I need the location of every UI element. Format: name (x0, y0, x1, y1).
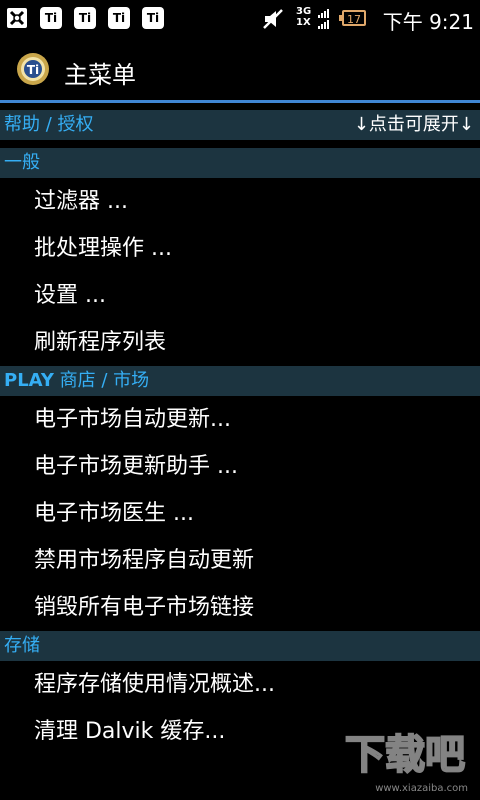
mute-icon (263, 9, 283, 29)
status-bar: Ti Ti Ti Ti 3G 1X 17 下午 9:21 (0, 0, 480, 38)
main-menu-list: 帮助 / 授权 ↓点击可展开↓ 一般 过滤器 ... 批处理操作 ... 设置 … (0, 110, 480, 755)
ti-icon: Ti (40, 7, 62, 29)
section-general: 一般 (0, 148, 480, 178)
network-1x-label: 1X (296, 17, 311, 28)
title-divider (0, 100, 480, 103)
page-title: 主菜单 (64, 61, 136, 89)
ti-icon: Ti (142, 7, 164, 29)
menu-item-filters[interactable]: 过滤器 ... (0, 178, 480, 225)
expand-hint[interactable]: ↓点击可展开↓ (354, 110, 474, 140)
menu-item-refresh-app-list[interactable]: 刷新程序列表 (0, 319, 480, 366)
menu-item-destroy-market-links[interactable]: 销毁所有电子市场链接 (0, 584, 480, 631)
network-3g-label: 3G (296, 6, 312, 17)
menu-item-storage-usage-overview[interactable]: 程序存储使用情况概述... (0, 661, 480, 708)
signal-icon (318, 9, 329, 29)
menu-item-disable-market-auto-update[interactable]: 禁用市场程序自动更新 (0, 537, 480, 584)
ti-icon: Ti (74, 7, 96, 29)
section-header-label: 一般 (4, 152, 40, 173)
section-header-label: 商店 / 市场 (53, 370, 150, 391)
watermark-text: 下载吧 (345, 732, 465, 778)
menu-item-market-doctor[interactable]: 电子市场医生 ... (0, 490, 480, 537)
ti-icon: Ti (108, 7, 130, 29)
menu-item-market-auto-update[interactable]: 电子市场自动更新... (0, 396, 480, 443)
section-header-bold-label: PLAY (4, 370, 54, 391)
section-header-label: 帮助 / 授权 (4, 114, 94, 135)
svg-text:Ti: Ti (27, 63, 39, 77)
section-play-store: PLAY 商店 / 市场 (0, 366, 480, 396)
usb-debug-icon (7, 8, 27, 28)
watermark-logo: 下载吧 (344, 731, 466, 779)
section-help-license[interactable]: 帮助 / 授权 ↓点击可展开↓ (0, 110, 480, 140)
menu-item-batch-actions[interactable]: 批处理操作 ... (0, 225, 480, 272)
status-time: 下午 9:21 (382, 10, 474, 34)
menu-item-market-update-helper[interactable]: 电子市场更新助手 ... (0, 443, 480, 490)
menu-item-settings[interactable]: 设置 ... (0, 272, 480, 319)
section-header-label: 存储 (4, 635, 40, 656)
section-storage: 存储 (0, 631, 480, 661)
battery-icon: 17 (339, 10, 366, 26)
titanium-backup-logo-icon[interactable]: Ti (16, 52, 50, 86)
watermark-url: www.xiazaiba.com (375, 783, 468, 794)
network-type: 3G 1X (296, 6, 311, 28)
action-bar: Ti 主菜单 (0, 38, 480, 100)
